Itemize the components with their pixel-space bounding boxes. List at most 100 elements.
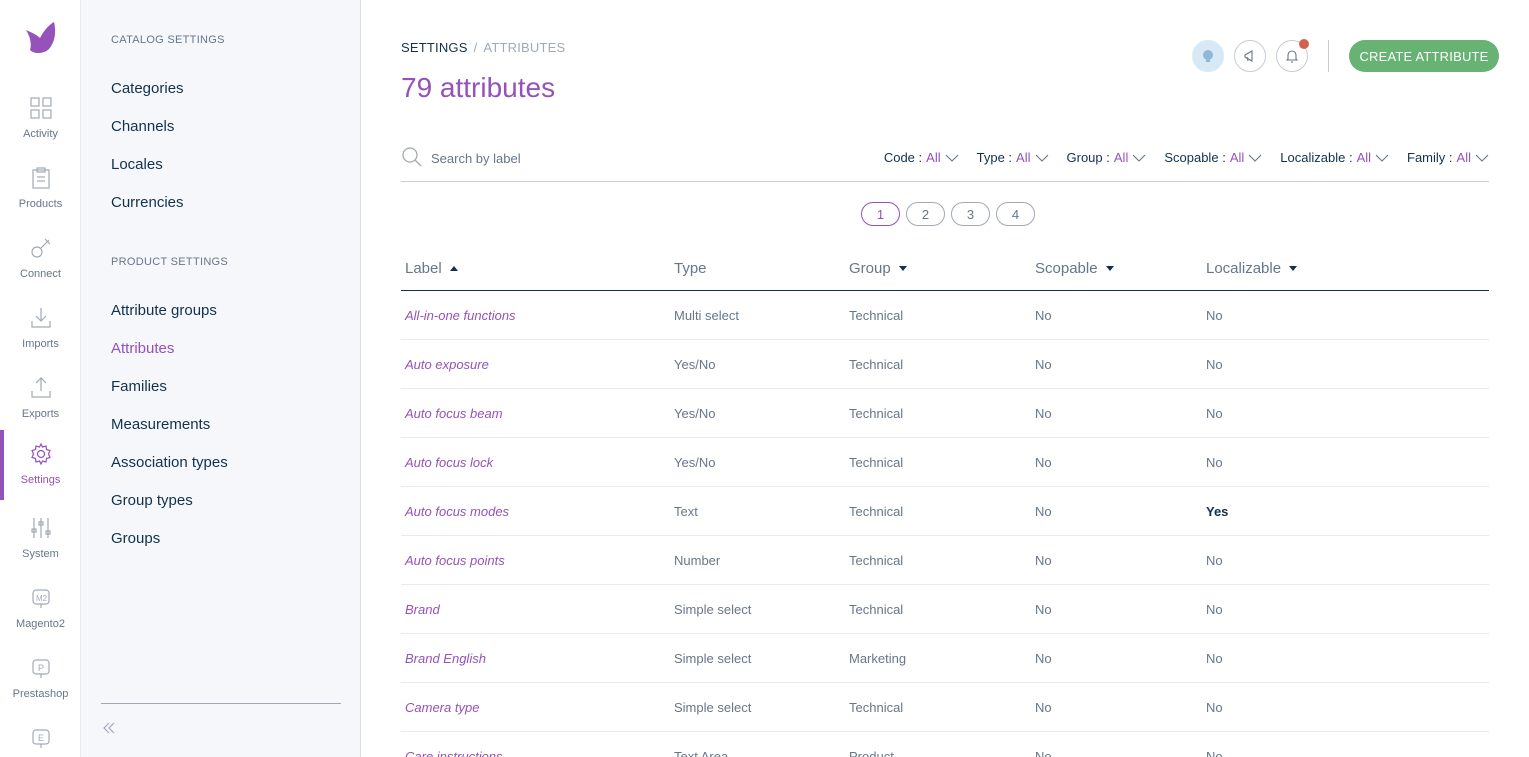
- collapse-panel-icon[interactable]: [101, 720, 117, 736]
- cell-label[interactable]: Auto focus beam: [405, 406, 503, 421]
- sort-icon: [1289, 266, 1298, 271]
- filter-code[interactable]: Code : All: [884, 150, 959, 165]
- table-row[interactable]: Camera type Simple select Technical No No: [401, 683, 1489, 732]
- cell-label[interactable]: Auto focus lock: [405, 455, 493, 470]
- svg-text:M2: M2: [36, 594, 48, 603]
- panel-link-families[interactable]: Families: [111, 378, 167, 395]
- table-row[interactable]: Auto focus points Number Technical No No: [401, 536, 1489, 585]
- column-header-text: Localizable: [1206, 260, 1282, 277]
- nav-item-imports[interactable]: Imports: [0, 294, 81, 364]
- filter-value: All: [1456, 150, 1471, 165]
- nav-item-products[interactable]: Products: [0, 154, 81, 224]
- bell-icon: [1285, 50, 1299, 63]
- cell-scopable: No: [1035, 651, 1052, 666]
- filter-separator: :: [1448, 150, 1453, 165]
- notifications-button[interactable]: [1276, 39, 1309, 72]
- cell-group: Technical: [849, 553, 904, 568]
- cell-scopable: No: [1035, 308, 1052, 323]
- table-row[interactable]: Care instructions Text Area Product No No: [401, 732, 1489, 757]
- cell-scopable: No: [1035, 504, 1052, 519]
- cell-localizable: No: [1206, 651, 1223, 666]
- cell-label[interactable]: Auto focus modes: [405, 504, 509, 519]
- nav-item-more[interactable]: E: [0, 714, 81, 757]
- nav-label: System: [22, 548, 59, 560]
- user-avatar[interactable]: [1192, 40, 1224, 72]
- cell-label[interactable]: Care instructions: [405, 749, 503, 757]
- nav-item-magento2[interactable]: M2 Magento2: [0, 574, 81, 644]
- filter-localizable[interactable]: Localizable : All: [1280, 150, 1389, 165]
- panel-link-groups[interactable]: Groups: [111, 530, 160, 547]
- page-button-4[interactable]: 4: [996, 202, 1035, 226]
- page-button-3[interactable]: 3: [951, 202, 990, 226]
- page-button-1[interactable]: 1: [861, 202, 900, 226]
- table-row[interactable]: Auto exposure Yes/No Technical No No: [401, 340, 1489, 389]
- cell-label[interactable]: All-in-one functions: [405, 308, 516, 323]
- page-button-2[interactable]: 2: [906, 202, 945, 226]
- filter-name: Group: [1066, 150, 1103, 165]
- panel-link-channels[interactable]: Channels: [111, 118, 174, 135]
- cell-scopable: No: [1035, 357, 1052, 372]
- cell-label[interactable]: Auto exposure: [405, 357, 489, 372]
- attributes-table: Label Type Group Scopable Localizable Al…: [401, 246, 1489, 757]
- cell-label[interactable]: Brand: [405, 602, 440, 617]
- nav-item-system[interactable]: System: [0, 504, 81, 574]
- breadcrumb-settings[interactable]: SETTINGS: [401, 40, 468, 55]
- nav-label: Prestashop: [12, 688, 69, 700]
- table-row[interactable]: Brand English Simple select Marketing No No: [401, 634, 1489, 683]
- sliders-icon: [30, 518, 51, 538]
- create-attribute-button[interactable]: CREATE ATTRIBUTE: [1349, 40, 1499, 72]
- nav-item-prestashop[interactable]: P Prestashop: [0, 644, 81, 714]
- cell-scopable: No: [1035, 406, 1052, 421]
- announcements-button[interactable]: [1234, 40, 1266, 72]
- clipboard-icon: [31, 167, 50, 189]
- filter-group[interactable]: Group : All: [1067, 150, 1147, 165]
- panel-link-attribute-groups[interactable]: Attribute groups: [111, 302, 217, 319]
- panel-link-categories[interactable]: Categories: [111, 80, 184, 97]
- svg-text:E: E: [38, 733, 44, 743]
- table-row[interactable]: Brand Simple select Technical No No: [401, 585, 1489, 634]
- cell-label[interactable]: Auto focus points: [405, 553, 505, 568]
- gear-icon: [30, 442, 51, 466]
- cell-group: Product: [849, 749, 894, 757]
- column-header-text: Group: [849, 260, 891, 277]
- cell-label[interactable]: Camera type: [405, 700, 479, 715]
- cell-group: Technical: [849, 504, 904, 519]
- panel-link-currencies[interactable]: Currencies: [111, 194, 184, 211]
- column-header-localizable[interactable]: Localizable: [1206, 260, 1298, 277]
- table-row[interactable]: Auto focus beam Yes/No Technical No No: [401, 389, 1489, 438]
- nav-label: Exports: [21, 408, 60, 420]
- filter-type[interactable]: Type : All: [977, 150, 1049, 165]
- panel-link-association-types[interactable]: Association types: [111, 454, 228, 471]
- nav-item-exports[interactable]: Exports: [0, 364, 81, 434]
- cell-label[interactable]: Brand English: [405, 651, 486, 666]
- panel-link-locales[interactable]: Locales: [111, 156, 163, 173]
- column-header-label[interactable]: Label: [405, 260, 458, 277]
- filter-value: All: [1113, 150, 1129, 165]
- filter-value: All: [1229, 150, 1245, 165]
- table-row[interactable]: All-in-one functions Multi select Technica…: [401, 291, 1489, 340]
- cell-type: Number: [674, 553, 721, 568]
- table-row[interactable]: Auto focus modes Text Technical No Yes: [401, 487, 1489, 536]
- filter-value: All: [1016, 150, 1031, 165]
- cell-type: Simple select: [674, 602, 752, 617]
- search-input[interactable]: [431, 148, 731, 168]
- nav-item-connect[interactable]: Connect: [0, 224, 81, 294]
- filter-scopable[interactable]: Scopable : All: [1164, 150, 1262, 165]
- filter-family[interactable]: Family : All: [1407, 150, 1489, 165]
- nav-item-settings[interactable]: Settings: [0, 430, 81, 500]
- export-icon: [30, 377, 51, 398]
- search-icon: [402, 147, 422, 167]
- cell-group: Technical: [849, 700, 904, 715]
- table-row[interactable]: Auto focus lock Yes/No Technical No No: [401, 438, 1489, 487]
- cell-scopable: No: [1035, 749, 1052, 757]
- akeneo-logo[interactable]: [22, 20, 58, 56]
- nav-item-activity[interactable]: Activity: [0, 84, 81, 154]
- cell-group: Technical: [849, 602, 904, 617]
- sort-ascending-icon: [449, 266, 458, 271]
- cell-scopable: No: [1035, 455, 1052, 470]
- panel-link-attributes[interactable]: Attributes: [111, 340, 174, 357]
- column-header-scopable[interactable]: Scopable: [1035, 260, 1114, 277]
- panel-link-group-types[interactable]: Group types: [111, 492, 193, 509]
- column-header-group[interactable]: Group: [849, 260, 907, 277]
- panel-link-measurements[interactable]: Measurements: [111, 416, 210, 433]
